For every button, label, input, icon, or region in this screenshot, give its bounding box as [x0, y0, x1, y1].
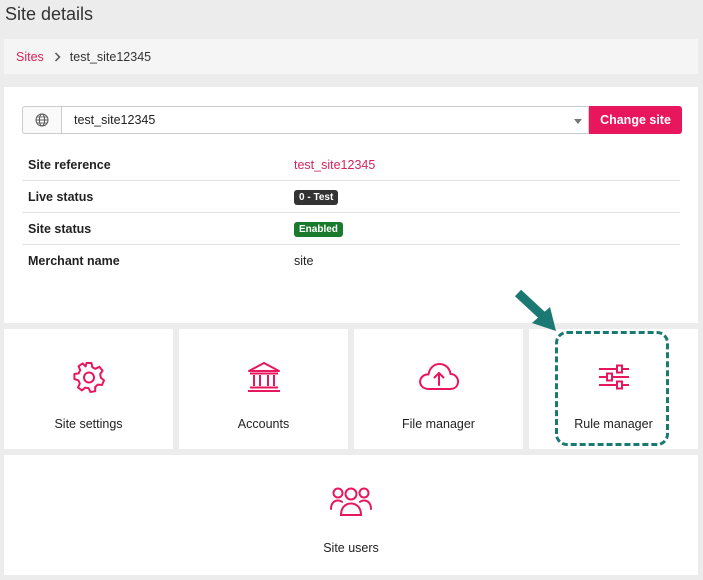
- users-icon: [329, 483, 373, 519]
- cloud-upload-icon: [417, 359, 461, 395]
- merchant-name-label: Merchant name: [28, 254, 120, 268]
- site-select-value: test_site12345: [74, 113, 156, 127]
- change-site-button[interactable]: Change site: [589, 106, 682, 134]
- site-status-label: Site status: [28, 221, 92, 236]
- file-manager-label: File manager: [402, 417, 475, 431]
- site-details-panel: test_site12345 Change site Site referenc…: [4, 87, 698, 323]
- breadcrumb-sites-link[interactable]: Sites: [16, 50, 44, 64]
- breadcrumb-current: test_site12345: [69, 49, 152, 64]
- table-row: Site status Enabled: [22, 213, 680, 245]
- merchant-name-value: site: [294, 254, 314, 268]
- site-reference-link[interactable]: test_site12345: [294, 158, 375, 172]
- site-users-label: Site users: [323, 541, 379, 555]
- site-reference-label: Site reference: [28, 157, 111, 172]
- live-status-label: Live status: [28, 189, 94, 204]
- chevron-right-icon: [54, 51, 61, 62]
- gear-icon: [72, 359, 106, 395]
- globe-icon: [22, 106, 61, 134]
- site-select-dropdown[interactable]: test_site12345: [61, 106, 589, 134]
- live-status-badge: 0 - Test: [294, 189, 339, 205]
- arrow-pointer-icon: [512, 289, 562, 335]
- accounts-tile[interactable]: Accounts: [179, 329, 348, 449]
- site-settings-label: Site settings: [54, 417, 123, 431]
- page-title: Site details: [5, 4, 94, 24]
- table-row: Site reference test_site12345: [22, 149, 680, 181]
- bank-icon: [246, 359, 282, 395]
- site-settings-tile[interactable]: Site settings: [4, 329, 173, 449]
- breadcrumb: Sites test_site12345: [4, 39, 698, 74]
- caret-down-icon: [574, 119, 582, 124]
- accounts-label: Accounts: [237, 417, 290, 431]
- site-status-badge: Enabled: [294, 221, 343, 237]
- site-info-table: Site reference test_site12345 Live statu…: [22, 149, 680, 277]
- table-row: Live status 0 - Test: [22, 181, 680, 213]
- table-row: Merchant name site: [22, 245, 680, 277]
- file-manager-tile[interactable]: File manager: [354, 329, 523, 449]
- site-users-tile[interactable]: Site users: [4, 455, 698, 575]
- site-selector: test_site12345 Change site: [22, 106, 682, 134]
- rule-manager-highlight: [555, 331, 669, 446]
